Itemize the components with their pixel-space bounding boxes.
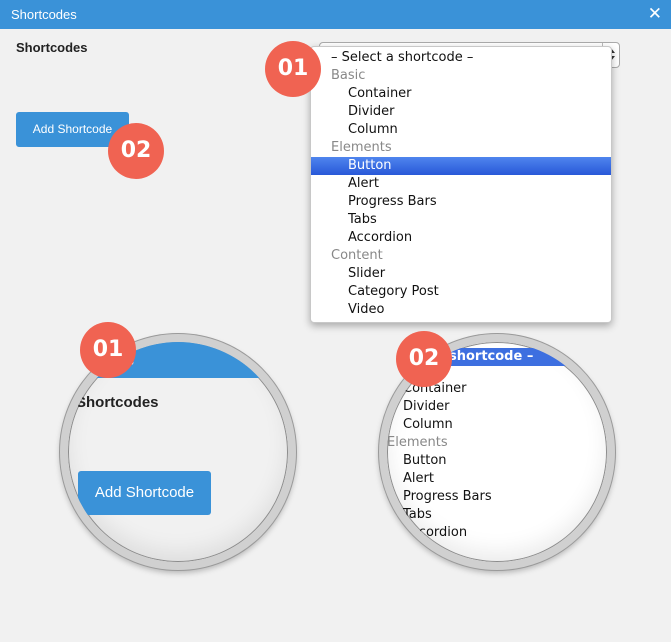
dropdown-option[interactable]: Video (311, 301, 611, 319)
zoom-option: Column (403, 417, 453, 432)
dropdown-option[interactable]: Accordion (311, 229, 611, 247)
dropdown-option[interactable]: Container (311, 85, 611, 103)
dropdown-option[interactable]: – Select a shortcode – (311, 49, 611, 67)
zoom-option: Tabs (403, 507, 432, 522)
zoom-option: Button (403, 453, 447, 468)
zoom-option: Progress Bars (403, 489, 492, 504)
shortcodes-label: Shortcodes (16, 40, 88, 55)
step-badge-01: 01 (265, 41, 321, 97)
zoom-option: Accordion (403, 525, 468, 540)
zoom-option: Divider (403, 399, 450, 414)
zoom-option-list: Container Divider Column Elements Button Aler… (387, 380, 607, 542)
zoom-add-shortcode-button: Add Shortcode (78, 471, 211, 515)
step-badge-02: 02 (108, 123, 164, 179)
zoom-option: Alert (403, 471, 434, 486)
dropdown-option[interactable]: Progress Bars (311, 193, 611, 211)
dropdown-option[interactable]: Tabs (311, 211, 611, 229)
dropdown-options: – Select a shortcode – Basic Container Divi… (311, 49, 611, 319)
dropdown-option[interactable]: Slider (311, 265, 611, 283)
shortcode-dropdown-list[interactable]: – Select a shortcode – Basic Container Divi… (310, 46, 612, 323)
option-group-label: Basic (331, 68, 366, 83)
dropdown-option[interactable]: Divider (311, 103, 611, 121)
close-icon[interactable]: ✕ (648, 4, 662, 24)
option-group-label: Elements (331, 140, 392, 155)
dropdown-option[interactable]: Category Post (311, 283, 611, 301)
option-group-label: Content (331, 248, 383, 263)
step-badge-01-zoom: 01 (80, 322, 136, 378)
dropdown-option[interactable]: Column (311, 121, 611, 139)
step-badge-02-zoom: 02 (396, 331, 452, 387)
dropdown-option[interactable]: Button (311, 157, 611, 175)
window-title: Shortcodes (11, 7, 77, 22)
zoom-option-group-label: Elements (387, 435, 448, 450)
dropdown-option[interactable]: Alert (311, 175, 611, 193)
window-titlebar: Shortcodes ✕ (0, 0, 671, 29)
zoom-shortcodes-label: Shortcodes (76, 394, 159, 411)
